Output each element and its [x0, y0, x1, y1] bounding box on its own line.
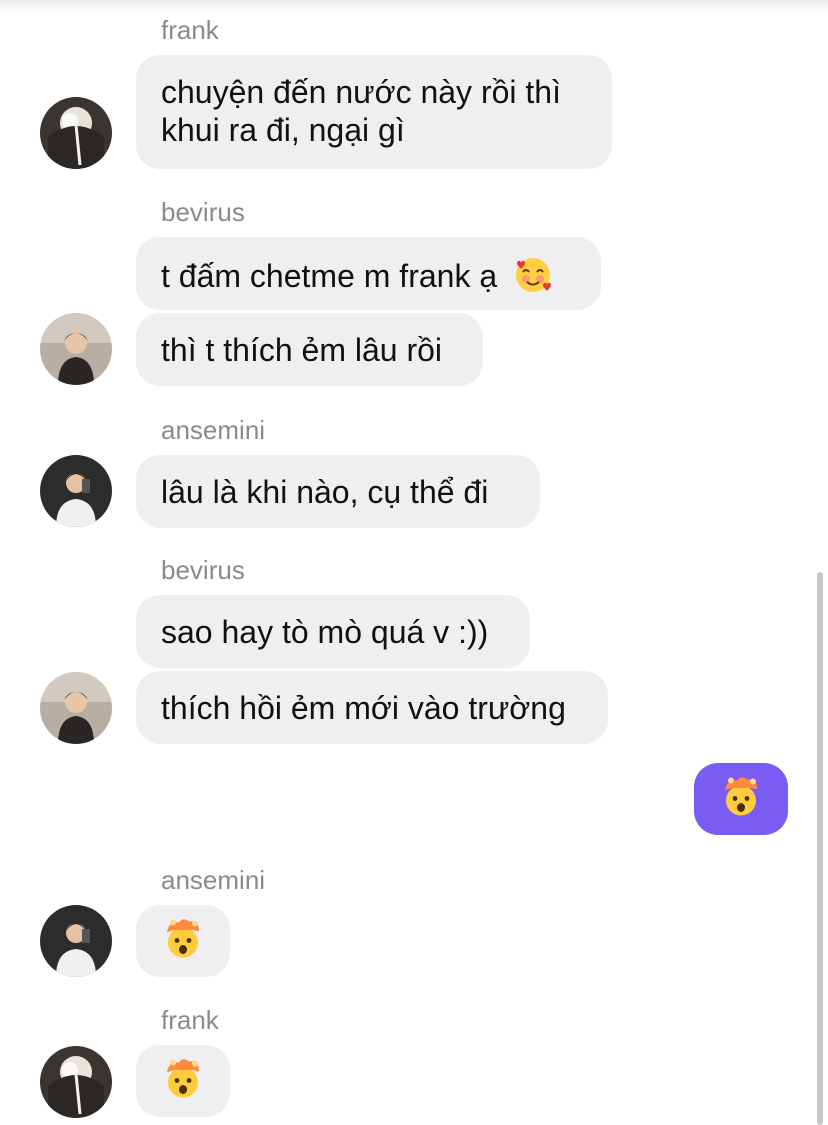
message-bubble[interactable]: chuyện đến nước này rồi thì khui ra đi, … [136, 55, 612, 169]
sender-name-frank: frank [161, 15, 219, 45]
message-text: lâu là khi nào, cụ thể đi [161, 474, 489, 510]
sender-name-ansemini: ansemini [161, 415, 266, 445]
outgoing-message-bubble[interactable] [694, 763, 788, 835]
avatar-ansemini[interactable] [40, 455, 112, 527]
avatar-bevirus[interactable] [40, 313, 112, 385]
smiling-face-with-hearts-icon [503, 257, 552, 295]
exploding-head-icon [719, 775, 763, 824]
message-bubble[interactable] [136, 905, 230, 977]
avatar-frank[interactable] [40, 97, 112, 169]
top-fade [0, 0, 828, 14]
exploding-head-icon [161, 1057, 205, 1106]
message-text: t đấm chetme m frank ạ [161, 258, 498, 294]
message-bubble[interactable]: thì t thích ẻm lâu rồi [136, 313, 483, 386]
message-text: thì t thích ẻm lâu rồi [161, 332, 443, 368]
sender-name-frank: frank [161, 1005, 219, 1035]
message-text: chuyện đến nước này rồi thì khui ra đi, … [161, 74, 561, 148]
sender-name-bevirus: bevirus [161, 197, 245, 227]
message-text: sao hay tò mò quá v :)) [161, 614, 489, 650]
message-bubble[interactable]: thích hồi ẻm mới vào trường [136, 671, 608, 744]
message-bubble[interactable] [136, 1045, 230, 1117]
scrollbar[interactable] [817, 572, 823, 1125]
sender-name-ansemini: ansemini [161, 865, 266, 895]
avatar-ansemini[interactable] [40, 905, 112, 977]
message-bubble[interactable]: t đấm chetme m frank ạ [136, 237, 601, 310]
message-bubble[interactable]: sao hay tò mò quá v :)) [136, 595, 530, 668]
exploding-head-icon [161, 917, 205, 966]
message-bubble[interactable]: lâu là khi nào, cụ thể đi [136, 455, 540, 528]
sender-name-bevirus: bevirus [161, 555, 245, 585]
avatar-frank[interactable] [40, 1046, 112, 1118]
message-text: thích hồi ẻm mới vào trường [161, 690, 566, 726]
avatar-bevirus[interactable] [40, 672, 112, 744]
